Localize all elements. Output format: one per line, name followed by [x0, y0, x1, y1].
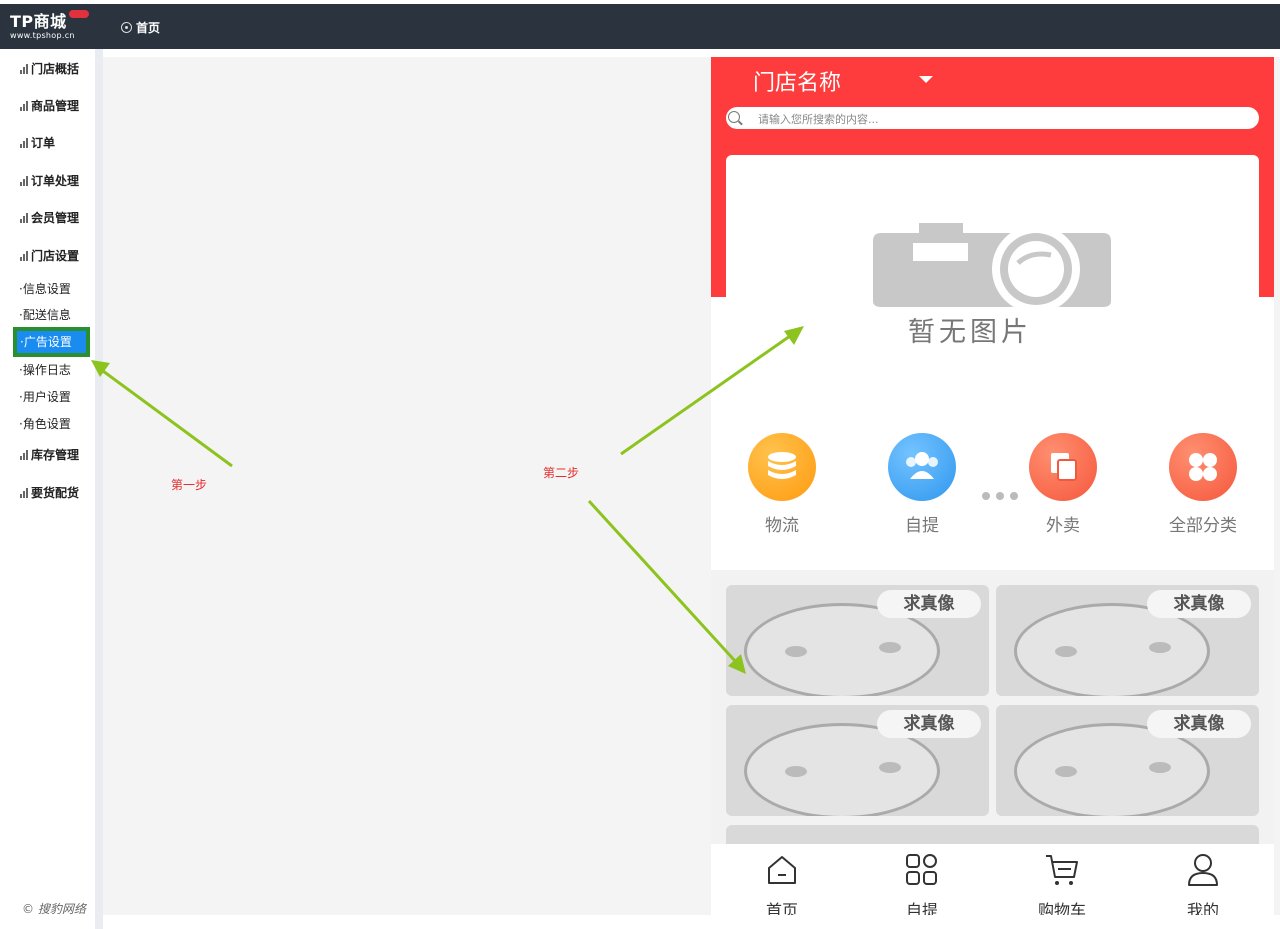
eye-icon	[879, 642, 901, 653]
chart-icon	[20, 137, 28, 148]
chart-icon	[20, 250, 28, 261]
eye-icon	[879, 762, 901, 773]
sidebar-subitem-role-settings[interactable]: ·角色设置	[19, 415, 71, 432]
bottom-tab-bar: 首页 自提 购物车 我的	[711, 844, 1274, 915]
sidebar-item-label: 订单处理	[31, 174, 80, 188]
sidebar-subitem-delivery-info[interactable]: ·配送信息	[19, 306, 71, 323]
sidebar-item-orders[interactable]: 订单	[20, 134, 55, 151]
annotation-step-2: 第二步	[543, 466, 580, 480]
ad-tile[interactable]: 求真像	[726, 585, 989, 696]
chart-icon	[20, 175, 28, 186]
search-icon	[728, 111, 740, 123]
home-nav[interactable]: 首页	[121, 19, 160, 36]
copy-icon	[1029, 433, 1097, 501]
sidebar-item-distribution[interactable]: 要货配货	[20, 484, 79, 501]
cart-icon	[1046, 855, 1078, 885]
tab-label: 自提	[905, 901, 938, 915]
chart-icon	[20, 487, 28, 498]
sidebar-item-inventory[interactable]: 库存管理	[20, 446, 79, 463]
database-icon	[748, 433, 816, 501]
quick-link-label: 自提	[905, 516, 939, 536]
quick-link-label: 物流	[765, 516, 799, 536]
carousel-dot[interactable]	[996, 492, 1004, 500]
carousel-dot[interactable]	[1010, 492, 1018, 500]
grid-icon	[906, 854, 937, 885]
quick-link-all-categories[interactable]: 全部分类	[1163, 433, 1243, 536]
tab-pickup[interactable]: 自提	[882, 853, 962, 915]
tile-caption: 求真像	[1147, 590, 1251, 618]
logo-badge	[68, 10, 89, 18]
annotation-step-1: 第一步	[171, 478, 208, 492]
sidebar-item-products[interactable]: 商品管理	[20, 97, 79, 114]
ad-tile[interactable]: 求真像	[996, 585, 1259, 696]
tab-home[interactable]: 首页	[742, 853, 822, 915]
sidebar-subitem-ad-settings[interactable]: ·广告设置	[13, 327, 90, 357]
eye-icon	[785, 766, 807, 777]
sidebar-item-label: 门店概括	[31, 62, 80, 76]
chart-icon	[20, 100, 28, 111]
chart-icon	[20, 63, 28, 74]
sidebar-item-label: 门店设置	[31, 249, 80, 263]
top-bar: TP商城 www.tpshop.cn 首页	[0, 4, 1280, 49]
tab-cart[interactable]: 购物车	[1022, 853, 1102, 915]
sidebar-item-label: 订单	[31, 136, 56, 150]
home-label: 首页	[136, 21, 161, 35]
quick-link-label: 外卖	[1046, 516, 1080, 536]
clover-icon	[1169, 433, 1237, 501]
ad-banner[interactable]: 暂无图片	[726, 155, 1259, 500]
no-image-text: 暂无图片	[908, 317, 1032, 348]
quick-link-takeout[interactable]: 外卖	[1023, 433, 1103, 536]
eye-icon	[1149, 762, 1171, 773]
sidebar-item-label: 库存管理	[31, 448, 80, 462]
store-name[interactable]: 门店名称	[753, 65, 841, 97]
sidebar-item-label: 商品管理	[31, 99, 80, 113]
sidebar-subitem-operation-log[interactable]: ·操作日志	[19, 361, 71, 378]
tab-mine[interactable]: 我的	[1163, 853, 1243, 915]
sidebar-scrollbar[interactable]	[95, 49, 103, 929]
chart-icon	[20, 212, 28, 223]
sidebar-item-store-overview[interactable]: 门店概括	[20, 60, 79, 77]
search-placeholder: 请输入您所搜索的内容...	[758, 113, 879, 126]
eye-icon	[1055, 646, 1077, 657]
chart-icon	[20, 449, 28, 460]
user-icon	[1188, 854, 1218, 886]
copyright: © 搜豹网络	[22, 902, 86, 916]
ad-tile[interactable]: 求真像	[726, 705, 989, 816]
ad-tile[interactable]: 求真像	[996, 705, 1259, 816]
tile-caption: 求真像	[877, 710, 981, 738]
sidebar-subitem-info-settings[interactable]: ·信息设置	[19, 280, 71, 297]
caret-down-icon[interactable]	[919, 76, 933, 83]
logo-url: www.tpshop.cn	[10, 31, 75, 40]
carousel-dot[interactable]	[982, 492, 990, 500]
mobile-preview: 门店名称 请输入您所搜索的内容... 暂无图片 物流 自提 外卖 全部分类 求真…	[711, 57, 1274, 915]
tab-label: 我的	[1186, 901, 1219, 915]
sidebar-item-order-processing[interactable]: 订单处理	[20, 172, 79, 189]
quick-link-label: 全部分类	[1169, 516, 1237, 536]
tab-label: 首页	[765, 901, 798, 915]
camera-icon	[873, 223, 1111, 309]
search-input[interactable]: 请输入您所搜索的内容...	[726, 107, 1259, 129]
users-icon	[888, 433, 956, 501]
carousel-dots	[982, 492, 1018, 500]
sidebar-item-store-settings[interactable]: 门店设置	[20, 247, 79, 264]
home-icon	[768, 856, 796, 884]
eye-icon	[785, 646, 807, 657]
quick-link-logistics[interactable]: 物流	[742, 433, 822, 536]
logo-text: TP商城	[10, 12, 67, 31]
quick-link-pickup[interactable]: 自提	[882, 433, 962, 536]
sidebar-subitem-user-settings[interactable]: ·用户设置	[19, 388, 71, 405]
tab-label: 购物车	[1037, 901, 1086, 915]
sidebar-item-label: 要货配货	[31, 486, 80, 500]
tile-caption: 求真像	[877, 590, 981, 618]
eye-icon	[1149, 642, 1171, 653]
sidebar-item-members[interactable]: 会员管理	[20, 209, 79, 226]
logo[interactable]: TP商城 www.tpshop.cn	[10, 10, 89, 41]
sidebar-item-label: 会员管理	[31, 211, 80, 225]
eye-icon	[1055, 766, 1077, 777]
gear-icon	[121, 22, 132, 33]
tile-caption: 求真像	[1147, 710, 1251, 738]
